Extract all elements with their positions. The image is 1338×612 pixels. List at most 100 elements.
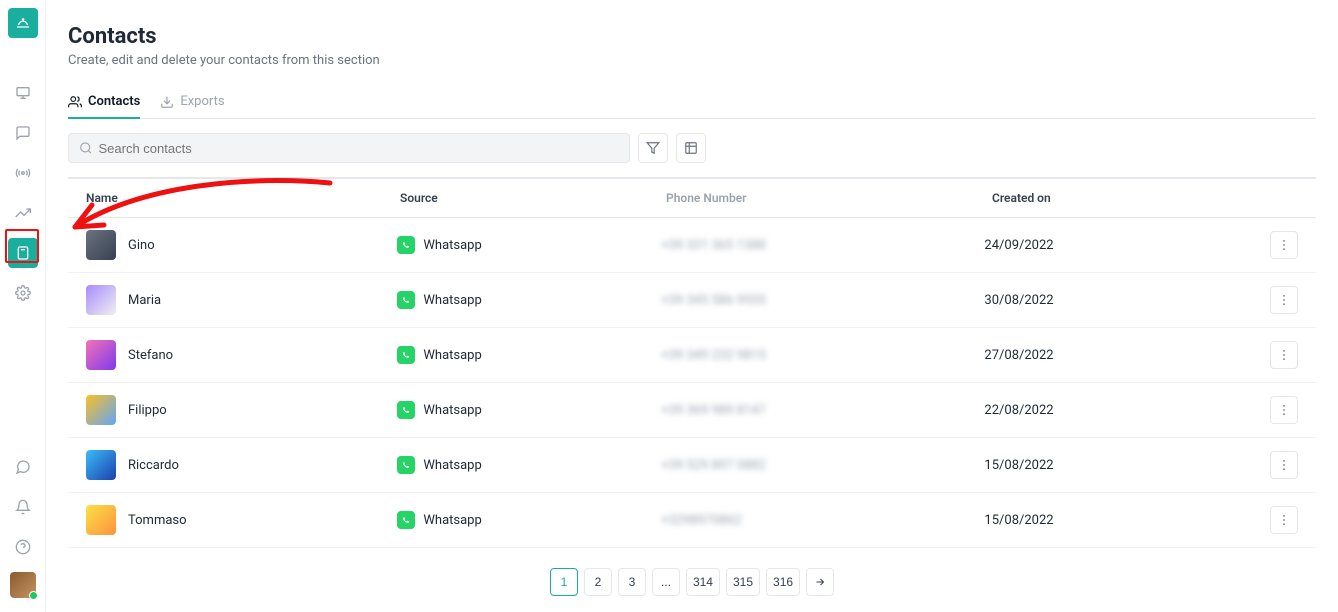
- user-avatar[interactable]: [10, 572, 36, 598]
- nav-contacts-icon[interactable]: [8, 238, 38, 268]
- more-vertical-icon: [1277, 293, 1291, 307]
- table-row[interactable]: Filippo Whatsapp +39 369 989 8147 22/08/…: [68, 383, 1316, 438]
- page-314-button[interactable]: 314: [686, 568, 720, 596]
- col-phone: Phone Number: [666, 191, 992, 205]
- app-logo: [8, 8, 38, 38]
- row-actions-button[interactable]: [1270, 506, 1298, 534]
- contact-source: Whatsapp: [423, 293, 481, 308]
- whatsapp-icon: [397, 346, 415, 364]
- contact-source: Whatsapp: [423, 403, 481, 418]
- contacts-table: Name Source Phone Number Created on Gino…: [68, 177, 1316, 548]
- tabs: Contacts Exports: [68, 86, 1316, 119]
- contact-avatar: [86, 285, 116, 315]
- tab-contacts-label: Contacts: [88, 94, 140, 109]
- page-315-button[interactable]: 315: [726, 568, 760, 596]
- col-name: Name: [86, 191, 400, 205]
- contact-avatar: [86, 340, 116, 370]
- page-3-button[interactable]: 3: [618, 568, 646, 596]
- page-316-button[interactable]: 316: [766, 568, 800, 596]
- contact-name: Riccardo: [128, 458, 179, 473]
- contact-created: 15/08/2022: [984, 458, 1270, 473]
- users-icon: [68, 95, 82, 109]
- pagination: 1 2 3 ... 314 315 316: [68, 562, 1316, 596]
- contact-source: Whatsapp: [423, 348, 481, 363]
- contact-source: Whatsapp: [423, 513, 481, 528]
- contact-source: Whatsapp: [423, 458, 481, 473]
- page-2-button[interactable]: 2: [584, 568, 612, 596]
- more-vertical-icon: [1277, 513, 1291, 527]
- whatsapp-icon: [397, 511, 415, 529]
- contact-created: 24/09/2022: [984, 238, 1270, 253]
- contact-created: 30/08/2022: [984, 293, 1270, 308]
- page-title: Contacts: [68, 24, 1338, 49]
- contact-phone: +39 345 586 9555: [661, 293, 984, 308]
- row-actions-button[interactable]: [1270, 451, 1298, 479]
- contact-phone: +39 369 989 8147: [661, 403, 984, 418]
- tab-exports-label: Exports: [180, 94, 224, 109]
- table-row[interactable]: Maria Whatsapp +39 345 586 9555 30/08/20…: [68, 273, 1316, 328]
- nav-notifications-icon[interactable]: [8, 492, 38, 522]
- table-row[interactable]: Gino Whatsapp +39 331 365 1388 24/09/202…: [68, 218, 1316, 273]
- contact-phone: +3298970862: [661, 513, 984, 528]
- chevron-right-icon: [814, 576, 826, 588]
- contact-avatar: [86, 505, 116, 535]
- contact-name: Maria: [128, 293, 161, 308]
- search-icon: [79, 141, 93, 155]
- page-1-button[interactable]: 1: [550, 568, 578, 596]
- sidebar: [0, 0, 46, 612]
- columns-icon: [684, 141, 698, 155]
- nav-display-icon[interactable]: [8, 78, 38, 108]
- whatsapp-icon: [397, 291, 415, 309]
- download-icon: [160, 95, 174, 109]
- search-wrap: [68, 133, 630, 163]
- table-row[interactable]: Stefano Whatsapp +39 349 232 9815 27/08/…: [68, 328, 1316, 383]
- table-header-row: Name Source Phone Number Created on: [68, 179, 1316, 218]
- page-next-button[interactable]: [806, 568, 834, 596]
- nav-broadcast-icon[interactable]: [8, 158, 38, 188]
- contact-created: 22/08/2022: [984, 403, 1270, 418]
- row-actions-button[interactable]: [1270, 231, 1298, 259]
- contact-name: Filippo: [128, 403, 167, 418]
- contact-avatar: [86, 230, 116, 260]
- contact-created: 27/08/2022: [984, 348, 1270, 363]
- page-subtitle: Create, edit and delete your contacts fr…: [68, 53, 1338, 68]
- more-vertical-icon: [1277, 238, 1291, 252]
- contact-avatar: [86, 395, 116, 425]
- contact-avatar: [86, 450, 116, 480]
- contact-phone: +39 349 232 9815: [661, 348, 984, 363]
- col-created: Created on: [992, 191, 1280, 205]
- contact-name: Stefano: [128, 348, 173, 363]
- nav-whatsapp-icon[interactable]: [8, 452, 38, 482]
- col-source: Source: [400, 191, 666, 205]
- more-vertical-icon: [1277, 458, 1291, 472]
- contact-name: Gino: [128, 238, 155, 253]
- more-vertical-icon: [1277, 348, 1291, 362]
- whatsapp-icon: [397, 456, 415, 474]
- tab-contacts[interactable]: Contacts: [68, 86, 140, 119]
- nav-settings-icon[interactable]: [8, 278, 38, 308]
- tab-exports[interactable]: Exports: [160, 86, 224, 119]
- toolbar: [68, 133, 1316, 163]
- columns-button[interactable]: [676, 133, 706, 163]
- more-vertical-icon: [1277, 403, 1291, 417]
- nav-activity-icon[interactable]: [8, 198, 38, 228]
- whatsapp-icon: [397, 236, 415, 254]
- search-input[interactable]: [99, 141, 620, 156]
- row-actions-button[interactable]: [1270, 286, 1298, 314]
- filter-icon: [646, 141, 660, 155]
- contact-phone: +39 529 897 0882: [661, 458, 984, 473]
- nav-chat-icon[interactable]: [8, 118, 38, 148]
- page-ellipsis: ...: [652, 568, 680, 596]
- contact-name: Tommaso: [128, 513, 187, 528]
- filter-button[interactable]: [638, 133, 668, 163]
- table-row[interactable]: Tommaso Whatsapp +3298970862 15/08/2022: [68, 493, 1316, 548]
- nav-help-icon[interactable]: [8, 532, 38, 562]
- main-content: Contacts Create, edit and delete your co…: [46, 0, 1338, 612]
- whatsapp-icon: [397, 401, 415, 419]
- contact-created: 15/08/2022: [984, 513, 1270, 528]
- row-actions-button[interactable]: [1270, 396, 1298, 424]
- row-actions-button[interactable]: [1270, 341, 1298, 369]
- table-row[interactable]: Riccardo Whatsapp +39 529 897 0882 15/08…: [68, 438, 1316, 493]
- contact-phone: +39 331 365 1388: [661, 238, 984, 253]
- contact-source: Whatsapp: [423, 238, 481, 253]
